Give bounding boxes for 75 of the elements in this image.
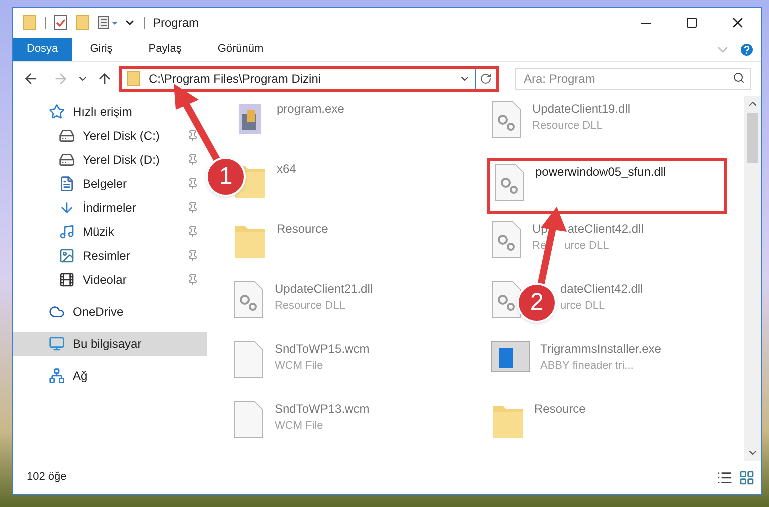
blank-file-icon: [233, 340, 265, 380]
folder-icon: [127, 71, 141, 87]
file-type: urce DLL: [564, 239, 610, 254]
file-name: x64: [277, 161, 296, 178]
network-icon: [49, 368, 65, 384]
sidebar-item[interactable]: Bu bilgisayar: [13, 332, 207, 356]
ribbon-tab[interactable]: Görünüm: [200, 38, 282, 61]
picture-icon: [59, 248, 75, 264]
music-note-icon: [59, 224, 75, 240]
address-bar[interactable]: C:\Program Files\Program Dizini: [119, 66, 499, 92]
file-type: urce DLL: [560, 299, 606, 314]
scrollbar[interactable]: [744, 96, 761, 461]
maximize-icon: [686, 17, 698, 29]
file-name: UpdateClient21.dll: [275, 281, 374, 298]
file-name: Resource: [277, 221, 328, 238]
sidebar-item[interactable]: OneDrive: [13, 300, 207, 324]
file-name: SndToWP13.wcm: [275, 401, 370, 418]
file-name: UpdateClient19.dll: [532, 101, 631, 118]
large-icons-view-icon[interactable]: [739, 470, 755, 486]
search-icon: [733, 72, 745, 84]
refresh-icon[interactable]: [480, 73, 492, 85]
file-name: dateClient42.dll: [560, 281, 644, 298]
back-icon[interactable]: [23, 71, 39, 87]
search-field[interactable]: Ara: Program: [515, 68, 751, 90]
details-view-icon[interactable]: [717, 470, 733, 486]
blank-file-icon: [233, 400, 265, 440]
file-name: Resource: [534, 401, 586, 418]
highlighted-file-item[interactable]: powerwindow05_sfun.dll: [486, 158, 726, 214]
minimize-icon: [641, 22, 651, 24]
file-type: ABBY fineader tri...: [540, 359, 634, 374]
file-name: TrigrammsInstaller.exe: [540, 341, 662, 358]
gear-file-icon: [490, 100, 522, 140]
sidebar-item[interactable]: Hızlı erişim: [13, 100, 207, 124]
file-name: SndToWP15.wcm: [275, 341, 370, 358]
ribbon-tab[interactable]: Paylaş: [130, 38, 200, 61]
file-name: powerwindow05_sfun.dll: [536, 164, 666, 181]
file-name: ateClient42.dll: [568, 221, 644, 238]
ribbon-tab[interactable]: Giriş: [72, 38, 131, 61]
document-icon: [59, 176, 75, 192]
file-type: Resource DLL: [275, 299, 346, 314]
properties-icon: [98, 16, 120, 30]
sidebar-item[interactable]: Müzik: [13, 220, 207, 244]
installer-icon: [490, 340, 530, 374]
sidebar-item[interactable]: Yerel Disk (D:): [13, 148, 207, 172]
sidebar-item[interactable]: Yerel Disk (C:): [13, 124, 207, 148]
cloud-icon: [49, 304, 65, 320]
folder-icon: [23, 15, 37, 31]
sidebar-item[interactable]: Videolar: [13, 268, 207, 292]
gear-file-icon: [490, 280, 522, 320]
file-menu-tab[interactable]: Dosya: [13, 38, 72, 61]
file-type: WCM File: [275, 359, 324, 374]
help-icon[interactable]: [739, 42, 755, 58]
scroll-thumb[interactable]: [747, 113, 758, 163]
drive-icon: [59, 152, 75, 168]
drive-icon: [59, 128, 75, 144]
film-icon: [59, 272, 75, 288]
sidebar-item[interactable]: Resimler: [13, 244, 207, 268]
checklist-icon: [54, 15, 68, 31]
file-type: Re: [532, 239, 547, 254]
up-icon[interactable]: [97, 71, 113, 87]
file-type: WCM File: [275, 419, 324, 434]
star-icon: [49, 104, 65, 120]
gear-file-icon: [233, 280, 265, 320]
file-type: Resource DLL: [532, 119, 603, 134]
folder-icon: [76, 15, 90, 31]
gear-file-icon: [494, 163, 526, 203]
monitor-icon: [49, 336, 65, 352]
gear-file-icon: [490, 220, 522, 260]
sidebar-item[interactable]: İndirmeler: [13, 196, 207, 220]
item-count: 102 öğe: [27, 470, 67, 486]
address-path: C:\Program Files\Program Dizini: [149, 71, 322, 88]
sidebar-item[interactable]: Belgeler: [13, 172, 207, 196]
file-name: program.exe: [277, 101, 344, 118]
window-title: Program: [153, 15, 200, 32]
sidebar-item[interactable]: Ağ: [13, 364, 207, 388]
